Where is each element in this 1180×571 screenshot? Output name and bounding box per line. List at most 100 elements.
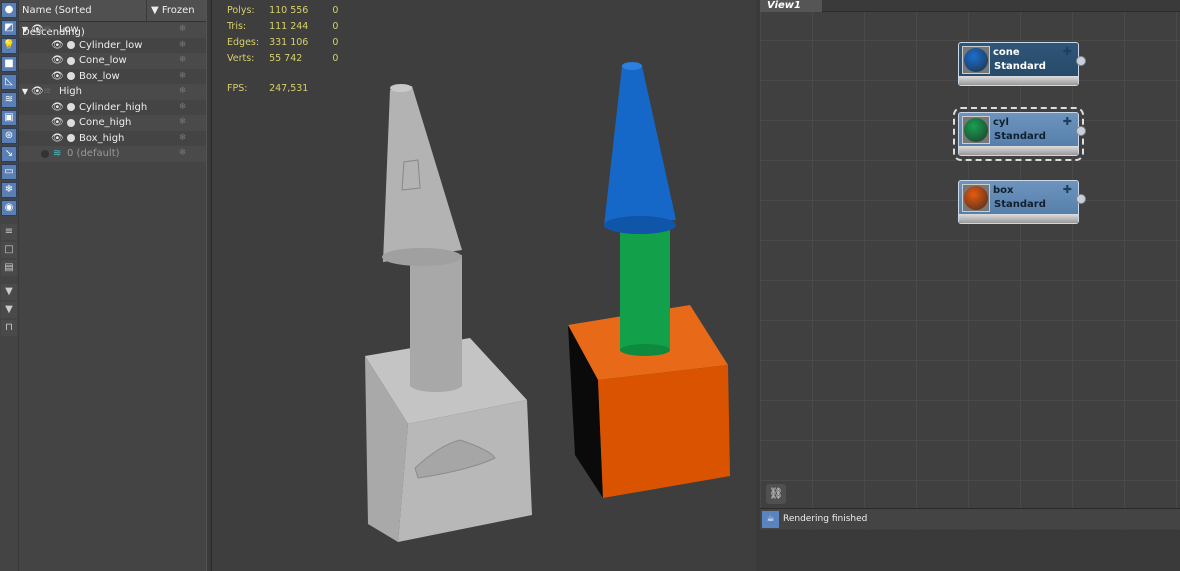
visibility-icon[interactable]: ◉ (1, 200, 17, 216)
eye-icon[interactable]: 👁 (51, 38, 64, 54)
frozen-toggle-icon[interactable]: ❄ (159, 69, 206, 85)
hidden-eye-icon[interactable] (41, 149, 49, 158)
explorer-header: Name (Sorted Descending) ▼ Frozen (19, 0, 206, 38)
row-label: High (59, 86, 82, 97)
eye-icon[interactable]: 👁 (51, 131, 64, 147)
expand-plus-icon[interactable]: ✚ (1063, 115, 1072, 128)
xref-icon[interactable]: ⊛ (1, 128, 17, 144)
frozen-icon[interactable]: ❄ (1, 182, 17, 198)
output-socket[interactable] (1076, 194, 1086, 204)
lock-icon[interactable]: ⊓ (1, 320, 17, 336)
eye-icon[interactable]: 👁 (51, 115, 64, 131)
explorer-row[interactable]: 👁 Box_low ❄ (19, 69, 206, 85)
shapes-icon[interactable]: ◩ (1, 20, 17, 36)
layers-stack-icon: ≋ (53, 148, 62, 159)
output-socket[interactable] (1076, 56, 1086, 66)
helper-icon[interactable]: ◺ (1, 74, 17, 90)
perspective-viewport[interactable]: Polys: 110 556 0 Tris: 111 244 0 Edges: 331 106… (212, 0, 756, 571)
group-icon[interactable]: ▣ (1, 110, 17, 126)
expand-plus-icon[interactable]: ✚ (1063, 45, 1072, 58)
eye-icon[interactable]: 👁 (31, 22, 44, 38)
filter-icon[interactable]: ▼ (1, 302, 17, 318)
green-cylinder[interactable] (620, 225, 670, 356)
filter-settings-icon[interactable]: ▼ (1, 284, 17, 300)
row-label: Box_low (79, 70, 120, 82)
material-preview-swatch (962, 184, 990, 212)
output-socket[interactable] (1076, 126, 1086, 136)
scene-explorer: Name (Sorted Descending) ▼ Frozen ▼ 👁 ≡ Low… (19, 0, 206, 571)
gray-cone[interactable] (382, 84, 462, 266)
row-label: Cone_low (79, 55, 127, 66)
tab-view1[interactable]: View1 (760, 0, 822, 12)
expand-triangle-icon[interactable]: ▼ (19, 84, 31, 100)
node-name: cyl (993, 117, 1009, 128)
blank-icon[interactable]: □ (1, 242, 17, 258)
bone-icon[interactable]: ↘ (1, 146, 17, 162)
object-icon (67, 118, 75, 127)
row-label: Box_high (79, 132, 125, 144)
explorer-row[interactable]: ▼ 👁 ≡ High ❄ (19, 84, 206, 100)
node-type: Standard (994, 61, 1046, 72)
node-name: box (993, 185, 1014, 196)
eye-icon[interactable]: 👁 (51, 53, 64, 69)
frozen-column-header[interactable]: ▼ Frozen (146, 0, 206, 21)
expand-plus-icon[interactable]: ✚ (1063, 183, 1072, 196)
layer-icon: ≡ (43, 24, 52, 35)
explorer-row[interactable]: ▼ 👁 ≡ Low ❄ (19, 22, 206, 38)
frozen-toggle-icon[interactable]: ❄ (159, 22, 206, 38)
frozen-toggle-icon[interactable]: ❄ (159, 100, 206, 116)
frozen-toggle-icon[interactable]: ❄ (159, 131, 206, 147)
node-footer (959, 76, 1078, 85)
explorer-row[interactable]: 👁 Cone_high ❄ (19, 115, 206, 131)
material-node-box[interactable]: box Standard ✚ (958, 180, 1086, 224)
frozen-toggle-icon[interactable]: ❄ (159, 115, 206, 131)
command-toolbar: ● ◩ 💡 ■ ◺ ≋ ▣ ⊛ ↘ ▭ ❄ ◉ ≡ □ ▤ ▼ ▼ ⊓ (0, 0, 18, 571)
status-text: Rendering finished (783, 514, 868, 524)
properties-icon[interactable]: ▤ (1, 260, 17, 276)
slate-material-editor-view[interactable]: View1 cone Standard ✚ cyl Standard ✚ box Standa… (760, 0, 1180, 530)
binoculars-icon[interactable]: ⛓ (766, 484, 786, 504)
node-type: Standard (994, 131, 1046, 142)
explorer-row[interactable]: 👁 Box_high ❄ (19, 131, 206, 147)
material-node-cone[interactable]: cone Standard ✚ (958, 42, 1086, 86)
frozen-label: Frozen (161, 5, 195, 16)
explorer-row[interactable]: ≋ 0 (default) ❄ (19, 146, 206, 162)
camera-icon[interactable]: ■ (1, 56, 17, 72)
layer-list-icon[interactable]: ≡ (1, 224, 17, 240)
node-footer (959, 146, 1078, 155)
object-icon (67, 41, 75, 50)
frozen-toggle-icon[interactable]: ❄ (159, 84, 206, 100)
row-label: 0 (default) (67, 148, 120, 159)
status-bar: ☕ Rendering finished (760, 508, 1180, 529)
explorer-row[interactable]: 👁 Cylinder_low ❄ (19, 38, 206, 54)
row-label: Cylinder_high (79, 101, 148, 113)
object-icon (67, 134, 75, 143)
object-icon (67, 103, 75, 112)
container-icon[interactable]: ▭ (1, 164, 17, 180)
blue-cone[interactable] (604, 62, 676, 234)
node-footer (959, 214, 1078, 223)
light-icon[interactable]: 💡 (1, 38, 17, 54)
teapot-icon[interactable]: ☕ (762, 510, 779, 528)
layer-icon: ≡ (43, 86, 52, 97)
frozen-toggle-icon[interactable]: ❄ (159, 146, 206, 162)
object-icon (67, 56, 75, 65)
sphere-icon[interactable]: ● (1, 2, 17, 18)
tab-bar (822, 0, 1180, 12)
row-label: Cone_high (79, 117, 132, 128)
eye-icon[interactable]: 👁 (51, 69, 64, 85)
eye-icon[interactable]: 👁 (51, 100, 64, 116)
frozen-toggle-icon[interactable]: ❄ (159, 38, 206, 54)
spacewarp-icon[interactable]: ≋ (1, 92, 17, 108)
row-label: Low (59, 24, 79, 35)
expand-triangle-icon[interactable]: ▼ (19, 22, 31, 38)
gray-cylinder[interactable] (410, 255, 462, 392)
name-column-header[interactable]: Name (Sorted Descending) (19, 0, 146, 38)
eye-icon[interactable]: 👁 (31, 84, 44, 100)
node-name: cone (993, 47, 1020, 58)
object-icon (67, 72, 75, 81)
material-node-cyl[interactable]: cyl Standard ✚ (953, 107, 1086, 161)
explorer-row[interactable]: 👁 Cylinder_high ❄ (19, 100, 206, 116)
frozen-toggle-icon[interactable]: ❄ (159, 53, 206, 69)
explorer-row[interactable]: 👁 Cone_low ❄ (19, 53, 206, 69)
